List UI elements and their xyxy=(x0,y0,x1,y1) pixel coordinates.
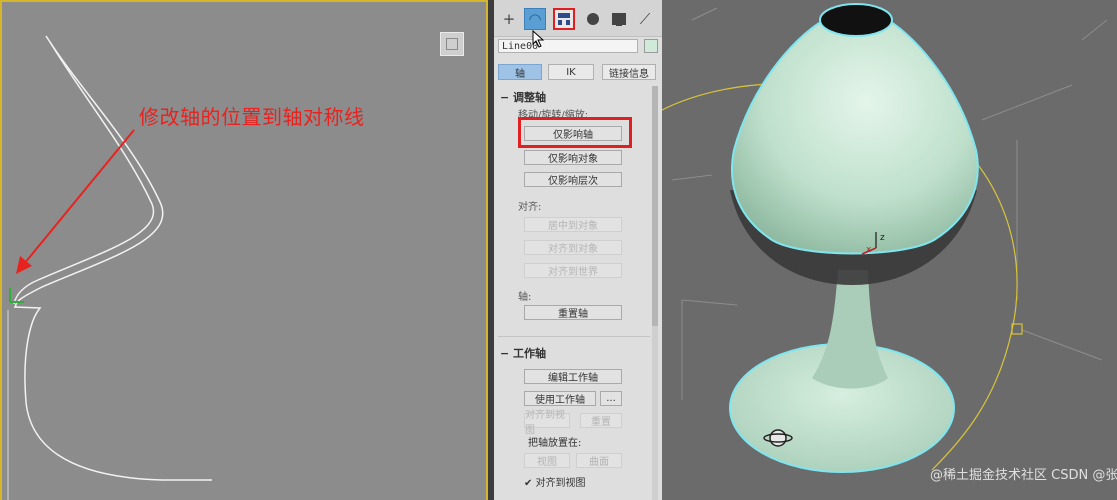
align-to-view-checkbox[interactable]: ✔ 对齐到视图 xyxy=(524,474,586,489)
collapse-minus-icon: − xyxy=(500,347,514,360)
adjust-pivot-rollout-header[interactable]: − 调整轴 xyxy=(500,89,546,105)
affect-object-only-button[interactable]: 仅影响对象 xyxy=(524,150,622,165)
pivot-label: 轴: xyxy=(518,292,532,303)
reset-working-pivot-button[interactable]: 重置 xyxy=(580,413,622,428)
checkmark-icon: ✔ xyxy=(524,478,536,489)
align-to-view-button[interactable]: 对齐到视图 xyxy=(524,410,570,436)
tab-ik[interactable]: IK xyxy=(548,64,594,80)
display-tab-monitor-icon[interactable] xyxy=(608,8,630,30)
place-pivot-to-label: 把轴放置在: xyxy=(528,438,582,449)
working-pivot-rollout-header[interactable]: − 工作轴 xyxy=(500,345,546,361)
rollout-divider xyxy=(498,336,650,337)
perspective-viewport[interactable]: z x xyxy=(662,0,1117,500)
viewport-layout-icon[interactable] xyxy=(440,32,464,56)
hierarchy-tab-icon[interactable] xyxy=(553,8,575,30)
center-to-object-button[interactable]: 居中到对象 xyxy=(524,217,622,232)
left-viewport[interactable]: 修改轴的位置到轴对称线 xyxy=(0,0,488,500)
svg-text:z: z xyxy=(880,233,885,243)
align-to-world-button[interactable]: 对齐到世界 xyxy=(524,263,622,278)
working-pivot-options-button[interactable]: ... xyxy=(600,391,622,406)
mouse-cursor-icon xyxy=(532,30,545,48)
goblet-render-canvas: z x xyxy=(662,3,1108,473)
tab-link-info[interactable]: 链接信息 xyxy=(602,64,656,80)
align-to-object-button[interactable]: 对齐到对象 xyxy=(524,240,622,255)
object-color-swatch[interactable] xyxy=(644,39,658,53)
profile-spline-canvas xyxy=(7,35,212,500)
surface-button[interactable]: 曲面 xyxy=(576,453,622,468)
affect-hierarchy-only-button[interactable]: 仅影响层次 xyxy=(524,172,622,187)
create-tab-plus-icon[interactable]: + xyxy=(498,8,520,30)
svg-text:x: x xyxy=(866,245,872,255)
view-button[interactable]: 视图 xyxy=(524,453,570,468)
edit-working-pivot-button[interactable]: 编辑工作轴 xyxy=(524,369,622,384)
collapse-minus-icon: − xyxy=(500,91,514,104)
use-working-pivot-button[interactable]: 使用工作轴 xyxy=(524,391,596,406)
alignment-label: 对齐: xyxy=(518,202,542,213)
utilities-tab-wrench-icon[interactable]: ⟋ xyxy=(634,8,656,30)
watermark-text: @稀土掘金技术社区 CSDN @张时贰 xyxy=(930,468,1117,483)
annotation-text: 修改轴的位置到轴对称线 xyxy=(139,105,365,129)
scrollbar-thumb[interactable] xyxy=(652,86,658,326)
command-panel: + ◠ ⟋ Line00 轴 IK 链接信息 − 调整轴 移动/旋转/缩放: 仅… xyxy=(494,0,662,500)
reset-pivot-button[interactable]: 重置轴 xyxy=(524,305,622,320)
highlight-box xyxy=(518,117,632,148)
object-name-field[interactable]: Line00 xyxy=(498,39,638,53)
panel-scrollbar[interactable] xyxy=(652,86,658,500)
motion-tab-circle-icon[interactable] xyxy=(582,8,604,30)
modify-tab-icon[interactable]: ◠ xyxy=(524,8,546,30)
command-panel-tabs: + ◠ ⟋ xyxy=(494,0,662,37)
tab-pivot[interactable]: 轴 xyxy=(498,64,542,80)
